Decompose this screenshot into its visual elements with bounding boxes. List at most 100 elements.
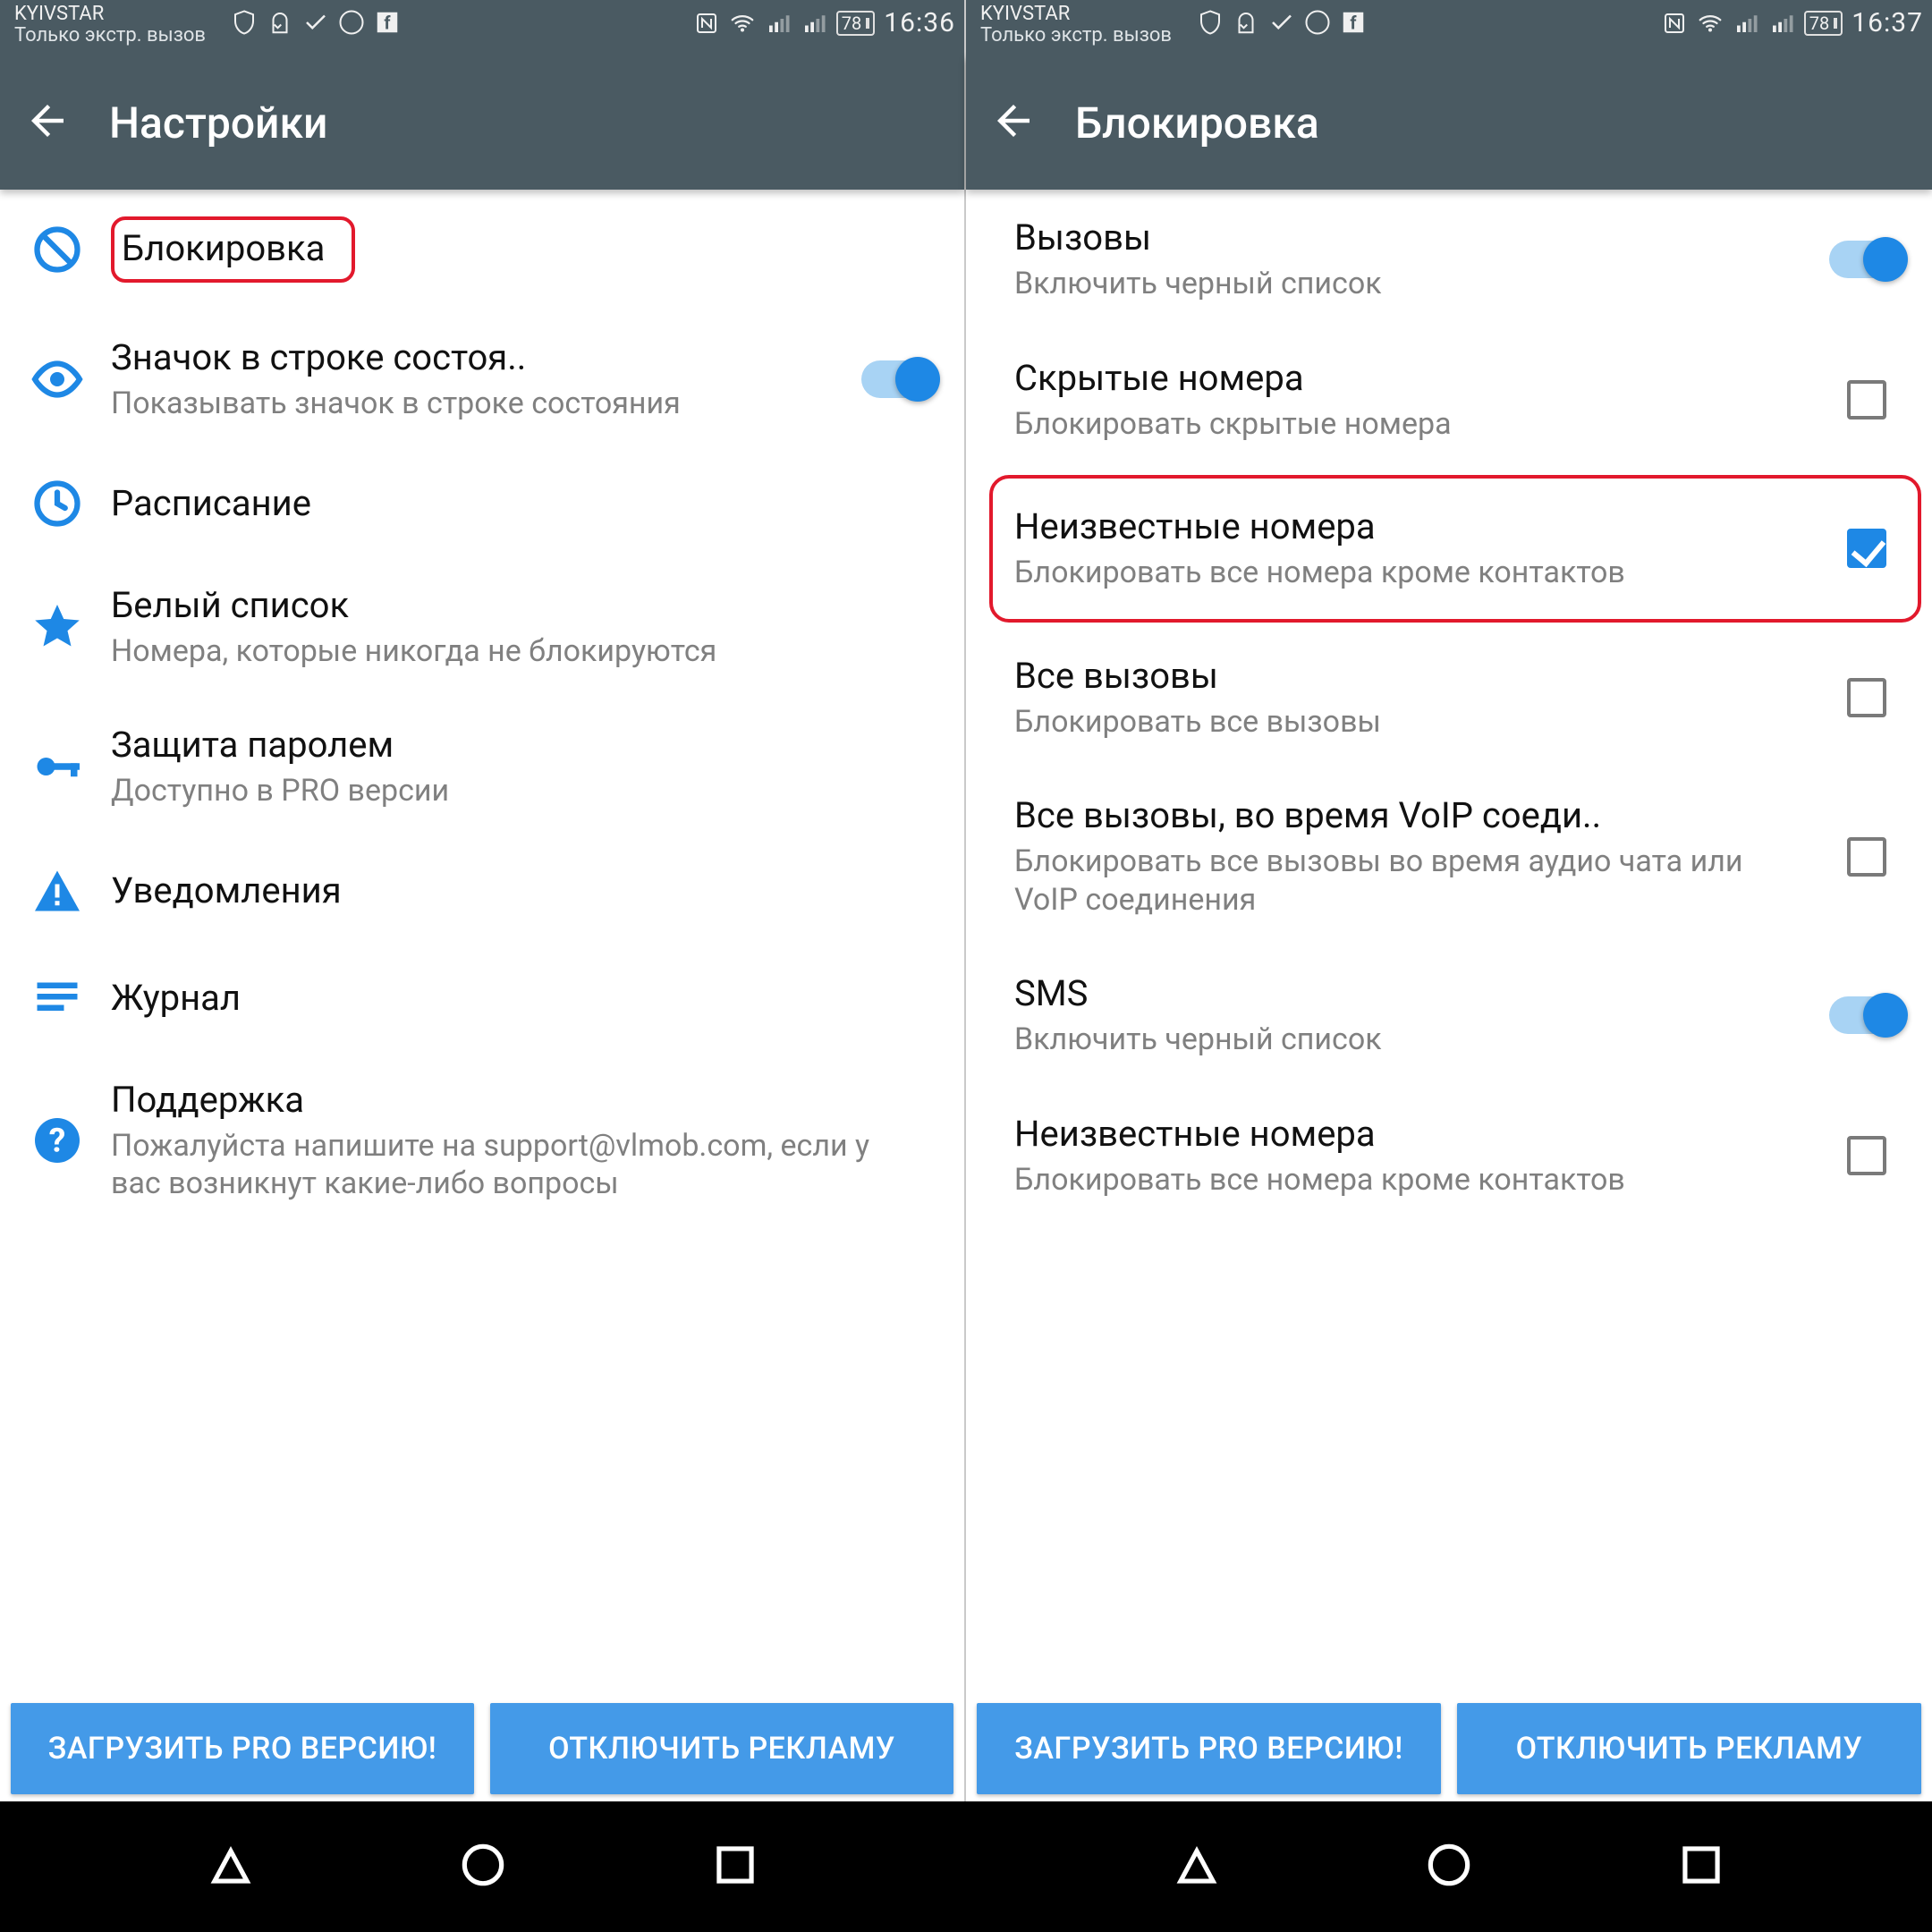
carrier-label: KYIVSTAR: [980, 4, 1172, 25]
nfc-icon: [693, 10, 720, 37]
row-unknown-numbers-sms[interactable]: Неизвестные номера Блокировать все номер…: [966, 1086, 1932, 1226]
row-status-icon[interactable]: Значок в строке состоя.. Показывать знач…: [0, 309, 964, 450]
all-calls-checkbox[interactable]: [1847, 678, 1886, 717]
row-subtitle: Доступно в PRO версии: [111, 772, 921, 810]
nav-back-button[interactable]: [1169, 1837, 1224, 1896]
facebook-icon: [374, 9, 401, 36]
pro-button[interactable]: ЗАГРУЗИТЬ PRO ВЕРСИЮ!: [977, 1703, 1441, 1794]
nfc-icon: [1661, 10, 1688, 37]
row-title: Вызовы: [1014, 216, 1809, 259]
row-title: Уведомления: [111, 869, 921, 912]
unknown-numbers-sms-checkbox[interactable]: [1847, 1136, 1886, 1175]
row-notifications[interactable]: Уведомления: [0, 837, 964, 945]
row-schedule[interactable]: Расписание: [0, 450, 964, 557]
status-bar: KYIVSTAR Только экстр. вызов 78 16:37: [966, 0, 1932, 55]
row-subtitle: Блокировать все номера кроме контактов: [1014, 554, 1809, 592]
app-bar: Блокировка: [966, 55, 1932, 190]
lines-icon: [30, 971, 111, 1025]
heartrate-icon: [267, 9, 293, 36]
unknown-numbers-checkbox[interactable]: [1847, 529, 1886, 568]
row-title: Расписание: [111, 482, 921, 525]
settings-list: Блокировка Значок в строке состоя.. Пока…: [0, 190, 964, 1703]
row-voip-calls[interactable]: Все вызовы, во время VoIP соеди.. Блокир…: [966, 767, 1932, 945]
promo-bar: ЗАГРУЗИТЬ PRO ВЕРСИЮ! ОТКЛЮЧИТЬ РЕКЛАМУ: [0, 1703, 964, 1801]
row-subtitle: Блокировать скрытые номера: [1014, 405, 1809, 444]
chrome-icon: [338, 9, 365, 36]
signal-1-icon: [1733, 10, 1759, 37]
blocking-list: Вызовы Включить черный список Скрытые но…: [966, 190, 1932, 1703]
battery-indicator: 78: [1804, 11, 1843, 36]
row-blocking[interactable]: Блокировка: [0, 190, 964, 309]
row-title: Все вызовы: [1014, 655, 1809, 698]
row-title: Скрытые номера: [1014, 357, 1809, 400]
sms-switch[interactable]: [1829, 996, 1904, 1034]
row-subtitle: Блокировать все номера кроме контактов: [1014, 1161, 1809, 1199]
carrier-label: KYIVSTAR: [14, 4, 206, 25]
signal-1-icon: [765, 10, 792, 37]
disable-ads-button[interactable]: ОТКЛЮЧИТЬ РЕКЛАМУ: [490, 1703, 953, 1794]
nav-recent-button[interactable]: [708, 1837, 763, 1896]
row-title: Неизвестные номера: [1014, 1113, 1809, 1156]
row-subtitle: Показывать значок в строке состояния: [111, 385, 841, 423]
nav-back-button[interactable]: [203, 1837, 258, 1896]
screen-blocking: KYIVSTAR Только экстр. вызов 78 16:37: [966, 0, 1932, 1801]
status-bar: KYIVSTAR Только экстр. вызов 78 16:36: [0, 0, 964, 55]
app-bar: Настройки: [0, 55, 964, 190]
back-button[interactable]: [23, 97, 72, 148]
clock-label: 16:36: [884, 7, 955, 38]
block-icon: [30, 223, 111, 276]
row-title: SMS: [1014, 972, 1809, 1015]
system-navbar: [0, 1801, 1932, 1932]
signal-2-icon: [1768, 10, 1795, 37]
back-button[interactable]: [989, 97, 1038, 148]
row-subtitle: Включить черный список: [1014, 1021, 1809, 1059]
row-title: Белый список: [111, 584, 921, 627]
status-icon-switch[interactable]: [861, 360, 936, 398]
pro-button[interactable]: ЗАГРУЗИТЬ PRO ВЕРСИЮ!: [11, 1703, 474, 1794]
clock-icon: [30, 477, 111, 530]
row-all-calls[interactable]: Все вызовы Блокировать все вызовы: [966, 628, 1932, 768]
nav-home-button[interactable]: [1421, 1837, 1477, 1896]
row-title: Все вызовы, во время VoIP соеди..: [1014, 794, 1809, 837]
help-icon: [30, 1114, 111, 1167]
row-password[interactable]: Защита паролем Доступно в PRO версии: [0, 697, 964, 837]
key-icon: [30, 740, 111, 793]
chrome-icon: [1304, 9, 1331, 36]
battery-indicator: 78: [836, 11, 875, 36]
page-title: Настройки: [109, 97, 327, 148]
row-unknown-numbers[interactable]: Неизвестные номера Блокировать все номер…: [966, 470, 1932, 628]
signal-2-icon: [801, 10, 827, 37]
row-title: Неизвестные номера: [1014, 505, 1809, 548]
alert-icon: [30, 864, 111, 918]
clock-label: 16:37: [1852, 7, 1923, 38]
hidden-numbers-checkbox[interactable]: [1847, 380, 1886, 419]
nav-home-button[interactable]: [455, 1837, 511, 1896]
row-sms[interactable]: SMS Включить черный список: [966, 945, 1932, 1086]
row-title: Поддержка: [111, 1079, 921, 1122]
row-log[interactable]: Журнал: [0, 945, 964, 1052]
shield-icon: [1197, 9, 1224, 36]
row-subtitle: Номера, которые никогда не блокируются: [111, 632, 921, 671]
row-calls[interactable]: Вызовы Включить черный список: [966, 190, 1932, 330]
heartrate-icon: [1233, 9, 1259, 36]
row-subtitle: Блокировать все вызовы во время аудио ча…: [1014, 843, 1809, 919]
disable-ads-button[interactable]: ОТКЛЮЧИТЬ РЕКЛАМУ: [1457, 1703, 1921, 1794]
row-title: Значок в строке состоя..: [111, 336, 841, 379]
check-icon: [302, 9, 329, 36]
row-hidden-numbers[interactable]: Скрытые номера Блокировать скрытые номер…: [966, 330, 1932, 470]
star-icon: [30, 600, 111, 654]
row-subtitle: Блокировать все вызовы: [1014, 703, 1809, 741]
row-title: Журнал: [111, 977, 921, 1020]
facebook-icon: [1340, 9, 1367, 36]
row-title: Блокировка: [122, 227, 325, 269]
calls-switch[interactable]: [1829, 241, 1904, 278]
nav-recent-button[interactable]: [1674, 1837, 1729, 1896]
row-subtitle: Пожалуйста напишите на support@vlmob.com…: [111, 1127, 921, 1203]
check-icon: [1268, 9, 1295, 36]
row-subtitle: Включить черный список: [1014, 265, 1809, 303]
highlight-blocking: Блокировка: [111, 216, 355, 283]
voip-calls-checkbox[interactable]: [1847, 837, 1886, 877]
wifi-icon: [729, 10, 756, 37]
row-whitelist[interactable]: Белый список Номера, которые никогда не …: [0, 557, 964, 698]
row-support[interactable]: Поддержка Пожалуйста напишите на support…: [0, 1052, 964, 1230]
